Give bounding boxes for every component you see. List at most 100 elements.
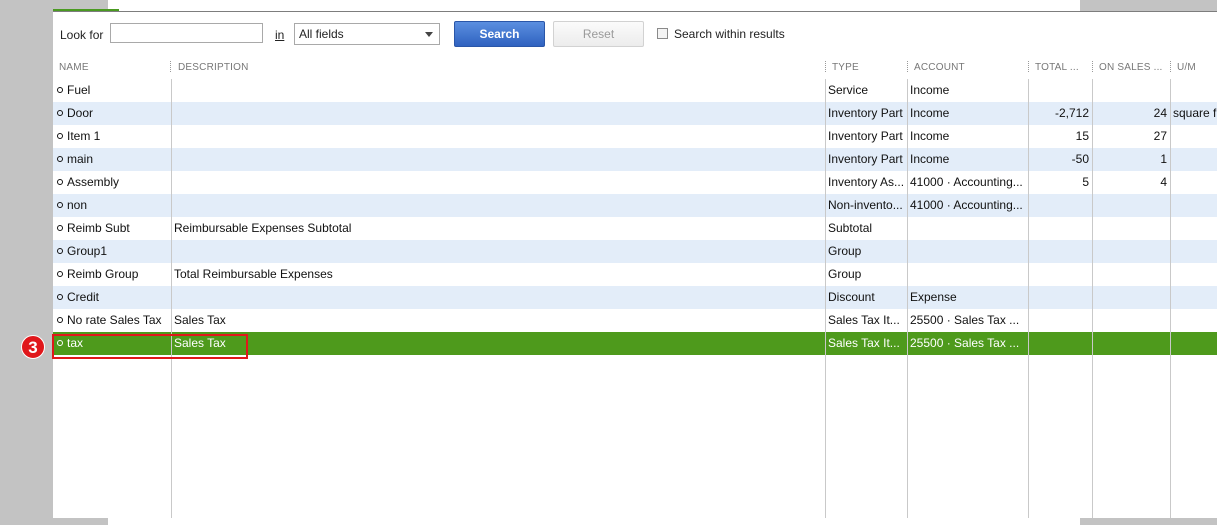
chevron-down-icon bbox=[425, 32, 433, 37]
table-header: NAME DESCRIPTION TYPE ACCOUNT TOTAL ... … bbox=[53, 56, 1217, 79]
cell-total bbox=[1028, 309, 1092, 332]
item-name: Assembly bbox=[67, 175, 120, 189]
item-name: Fuel bbox=[67, 83, 91, 97]
cell-account bbox=[907, 263, 1028, 286]
col-header-account[interactable]: ACCOUNT bbox=[914, 62, 1024, 73]
table-row[interactable]: Assembly Inventory As... 41000 · Account… bbox=[53, 171, 1217, 194]
reset-button[interactable]: Reset bbox=[553, 21, 644, 47]
item-name: Reimb Group bbox=[67, 267, 139, 281]
col-resize-handle[interactable] bbox=[907, 61, 908, 72]
cell-description: Sales Tax bbox=[174, 313, 226, 327]
table-row[interactable]: Door Inventory Part Income -2,712 24 squ… bbox=[53, 102, 1217, 125]
table-row[interactable]: Reimb Subt Reimbursable Expenses Subtota… bbox=[53, 217, 1217, 240]
cell-description bbox=[171, 240, 825, 263]
item-name: main bbox=[67, 152, 94, 166]
cell-on-sales bbox=[1092, 79, 1170, 102]
cell-on-sales: 1 bbox=[1160, 152, 1167, 166]
cell-type: Discount bbox=[828, 290, 875, 304]
cell-account: Income bbox=[910, 83, 950, 97]
cell-type: Service bbox=[828, 83, 869, 97]
look-for-input[interactable] bbox=[110, 23, 263, 43]
cell-type: Sales Tax It... bbox=[828, 313, 900, 327]
col-header-description[interactable]: DESCRIPTION bbox=[178, 62, 778, 73]
field-select[interactable]: All fields bbox=[294, 23, 440, 45]
cell-description: Total Reimbursable Expenses bbox=[174, 267, 333, 281]
cell-on-sales: 27 bbox=[1153, 129, 1167, 143]
item-name: Item 1 bbox=[67, 129, 101, 143]
cell-account bbox=[907, 217, 1028, 240]
cell-name: Fuel bbox=[53, 79, 171, 102]
column-divider bbox=[907, 79, 908, 518]
cell-total: 5 bbox=[1082, 175, 1089, 189]
table-row[interactable]: Fuel Service Income bbox=[53, 79, 1217, 102]
cell-description: Reimbursable Expenses Subtotal bbox=[174, 221, 352, 235]
col-resize-handle[interactable] bbox=[1170, 61, 1171, 72]
table-row[interactable]: Reimb Group Total Reimbursable Expenses … bbox=[53, 263, 1217, 286]
diamond-bullet-icon bbox=[57, 87, 63, 94]
cell-on-sales bbox=[1092, 217, 1170, 240]
table-row[interactable]: Credit Discount Expense bbox=[53, 286, 1217, 309]
cell-total bbox=[1028, 240, 1092, 263]
cell-type: Group bbox=[828, 267, 862, 281]
cell-total bbox=[1028, 194, 1092, 217]
col-header-total[interactable]: TOTAL ... bbox=[1035, 62, 1089, 73]
cell-um bbox=[1170, 171, 1217, 194]
cell-on-sales bbox=[1092, 194, 1170, 217]
search-within-checkbox[interactable] bbox=[657, 28, 668, 39]
column-divider bbox=[1092, 79, 1093, 518]
col-resize-handle[interactable] bbox=[1028, 61, 1029, 72]
cell-account: Income bbox=[910, 106, 950, 120]
table-row[interactable]: main Inventory Part Income -50 1 bbox=[53, 148, 1217, 171]
col-header-on-sales[interactable]: ON SALES ... bbox=[1099, 62, 1167, 73]
diamond-bullet-icon bbox=[57, 156, 63, 163]
cell-um bbox=[1170, 332, 1217, 355]
cell-type: Inventory As... bbox=[828, 175, 905, 189]
cell-name: Credit bbox=[53, 286, 171, 309]
cell-account: 25500 · Sales Tax ... bbox=[910, 336, 1020, 350]
cell-account: Income bbox=[910, 152, 950, 166]
diamond-bullet-icon bbox=[57, 202, 63, 209]
item-name: Group1 bbox=[67, 244, 108, 258]
cell-on-sales: 24 bbox=[1153, 106, 1167, 120]
search-within-label: Search within results bbox=[674, 27, 785, 41]
cell-type: Inventory Part bbox=[828, 152, 903, 166]
cell-description bbox=[171, 171, 825, 194]
col-resize-handle[interactable] bbox=[170, 61, 171, 72]
cell-name: Reimb Subt bbox=[53, 217, 171, 240]
table-row[interactable]: Item 1 Inventory Part Income 15 27 bbox=[53, 125, 1217, 148]
cell-account: 41000 · Accounting... bbox=[910, 175, 1023, 189]
col-resize-handle[interactable] bbox=[1092, 61, 1093, 72]
cell-account bbox=[907, 240, 1028, 263]
look-for-label: Look for bbox=[60, 28, 104, 42]
item-list-panel: Look for in All fields Search Reset Sear… bbox=[53, 12, 1217, 518]
field-select-value: All fields bbox=[299, 27, 344, 41]
table-row[interactable]: No rate Sales Tax Sales Tax Sales Tax It… bbox=[53, 309, 1217, 332]
cell-um: square f bbox=[1173, 106, 1217, 120]
cell-total bbox=[1028, 263, 1092, 286]
col-resize-handle[interactable] bbox=[825, 61, 826, 72]
diamond-bullet-icon bbox=[57, 248, 63, 255]
column-divider bbox=[1170, 79, 1171, 518]
col-header-um[interactable]: U/M bbox=[1177, 62, 1217, 73]
cell-on-sales bbox=[1092, 263, 1170, 286]
col-header-type[interactable]: TYPE bbox=[832, 62, 902, 73]
in-label: in bbox=[275, 28, 285, 42]
item-name: Credit bbox=[67, 290, 100, 304]
table-row[interactable]: non Non-invento... 41000 · Accounting... bbox=[53, 194, 1217, 217]
diamond-bullet-icon bbox=[57, 179, 63, 186]
diamond-bullet-icon bbox=[57, 294, 63, 301]
window-bottom-edge bbox=[108, 518, 1080, 525]
cell-um bbox=[1170, 286, 1217, 309]
col-header-name[interactable]: NAME bbox=[59, 62, 159, 73]
cell-total: -2,712 bbox=[1054, 106, 1089, 120]
item-name: No rate Sales Tax bbox=[67, 313, 162, 327]
cell-on-sales bbox=[1092, 240, 1170, 263]
search-button[interactable]: Search bbox=[454, 21, 545, 47]
diamond-bullet-icon bbox=[57, 110, 63, 117]
cell-um bbox=[1170, 240, 1217, 263]
cell-type: Sales Tax It... bbox=[828, 336, 900, 350]
cell-account: 41000 · Accounting... bbox=[910, 198, 1023, 212]
cell-account: 25500 · Sales Tax ... bbox=[910, 313, 1020, 327]
table-row[interactable]: Group1 Group bbox=[53, 240, 1217, 263]
cell-description bbox=[171, 125, 825, 148]
